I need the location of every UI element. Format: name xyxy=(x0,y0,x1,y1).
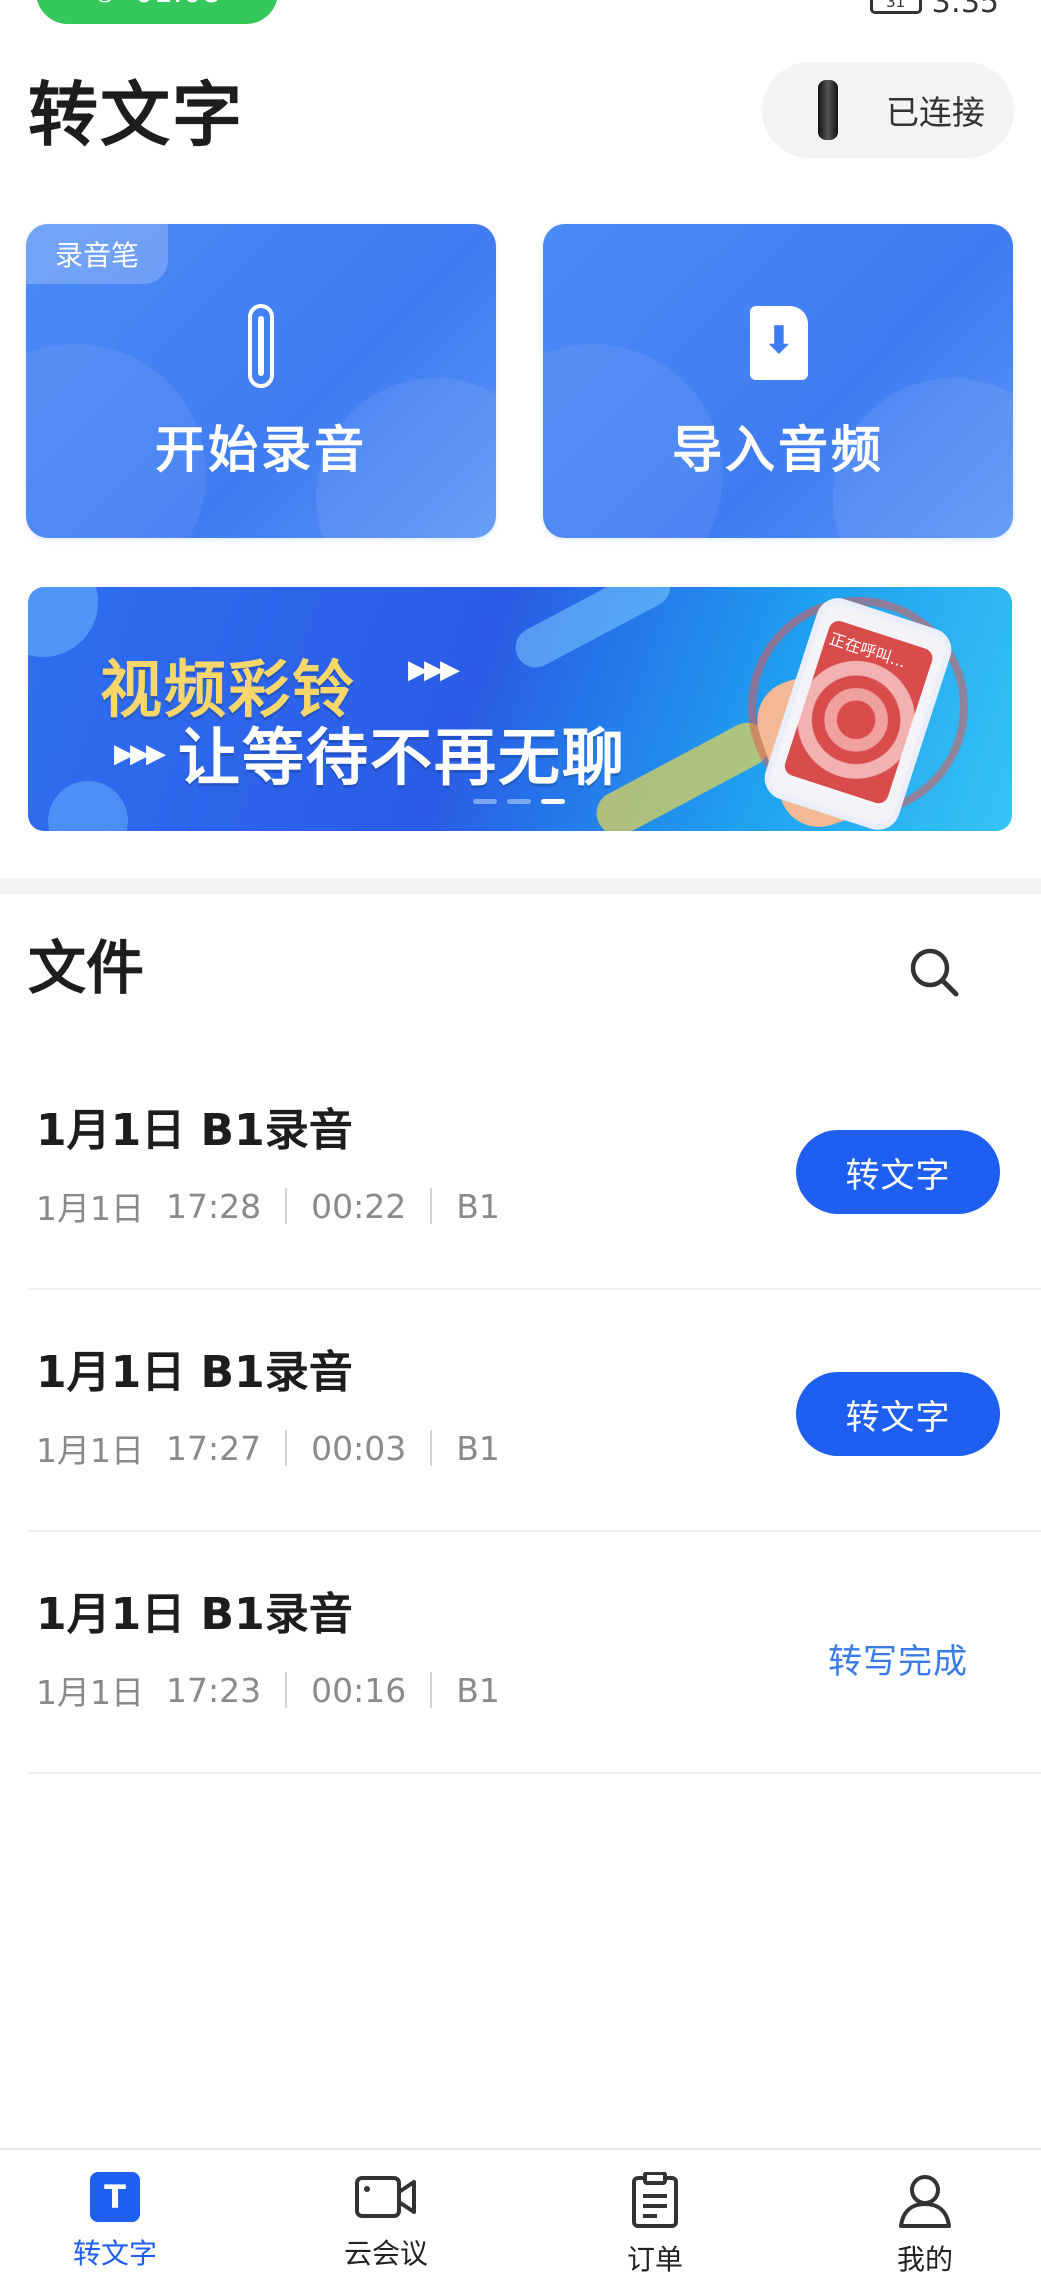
transcribe-button[interactable]: 转文字 xyxy=(796,1372,1000,1456)
file-meta: 1月1日 17:28 00:22 B1 xyxy=(36,1182,500,1230)
file-time: 17:27 xyxy=(166,1428,262,1468)
search-icon[interactable] xyxy=(906,944,962,1000)
file-duration: 00:16 xyxy=(311,1670,407,1710)
import-audio-label: 导入音频 xyxy=(672,421,884,479)
file-device: B1 xyxy=(456,1428,500,1468)
call-timer: 01:08 xyxy=(135,0,221,10)
fast-forward-icon: ▶▶▶ xyxy=(408,655,460,685)
banner-subline: 让等待不再无聊 xyxy=(178,721,627,794)
connection-status: 已连接 xyxy=(886,93,985,132)
file-device: B1 xyxy=(456,1186,500,1226)
file-import-icon: ⬇ xyxy=(750,306,808,380)
tab-profile[interactable]: 我的 xyxy=(855,2172,995,2282)
tab-label: 我的 xyxy=(896,2243,953,2276)
file-meta: 1月1日 17:23 00:16 B1 xyxy=(36,1666,500,1714)
start-recording-label: 开始录音 xyxy=(155,421,367,479)
device-connection-button[interactable]: 已连接 xyxy=(762,62,1014,158)
recorder-pen-icon xyxy=(818,80,838,140)
file-meta: 1月1日 17:27 00:03 B1 xyxy=(36,1424,500,1472)
file-date: 1月1日 xyxy=(36,1431,144,1470)
section-divider xyxy=(0,878,1041,894)
phone-icon: ✆ xyxy=(93,0,116,9)
bottom-tab-bar: T 转文字 云会议 订单 我的 xyxy=(0,2148,1041,2276)
clock: 3:35 xyxy=(931,0,999,20)
battery-icon: 31 xyxy=(869,0,922,14)
carousel-dot xyxy=(507,799,531,804)
carousel-dot xyxy=(473,799,497,804)
carousel-indicator xyxy=(473,799,565,804)
carousel-dot-active xyxy=(541,799,565,804)
file-date: 1月1日 xyxy=(36,1189,144,1228)
file-time: 17:28 xyxy=(166,1186,262,1226)
call-indicator[interactable]: ✆ 01:08 xyxy=(36,0,278,24)
file-time: 17:23 xyxy=(166,1670,262,1710)
transcribe-button[interactable]: 转文字 xyxy=(796,1130,1000,1214)
tab-label: 订单 xyxy=(626,2243,683,2276)
page-title: 转文字 xyxy=(28,74,244,156)
file-row[interactable]: 1月1日 B1录音 1月1日 17:27 00:03 B1 转文字 xyxy=(28,1292,1041,1532)
recorder-pen-tag: 录音笔 xyxy=(26,224,168,284)
tab-transcribe[interactable]: T 转文字 xyxy=(45,2172,185,2282)
video-icon xyxy=(355,2176,416,2218)
recorder-icon xyxy=(248,304,274,388)
start-recording-card[interactable]: 录音笔 开始录音 xyxy=(26,224,496,538)
file-date: 1月1日 xyxy=(36,1673,144,1712)
file-title: 1月1日 B1录音 xyxy=(36,1105,353,1156)
tab-orders[interactable]: 订单 xyxy=(585,2172,725,2282)
tab-label: 转文字 xyxy=(72,2237,157,2270)
transcription-complete-status[interactable]: 转写完成 xyxy=(796,1634,1000,1683)
user-icon xyxy=(899,2175,951,2228)
transcribe-icon: T xyxy=(90,2172,140,2222)
promo-banner[interactable]: 视频彩铃 ▶▶▶ ▶▶▶ 让等待不再无聊 正在呼叫... xyxy=(28,587,1012,831)
file-duration: 00:03 xyxy=(311,1428,407,1468)
file-title: 1月1日 B1录音 xyxy=(36,1589,353,1640)
import-audio-card[interactable]: ⬇ 导入音频 xyxy=(543,224,1013,538)
file-row[interactable]: 1月1日 B1录音 1月1日 17:23 00:16 B1 转写完成 xyxy=(28,1534,1041,1774)
fast-forward-icon: ▶▶▶ xyxy=(114,739,166,769)
tab-label: 云会议 xyxy=(343,2237,428,2270)
status-bar-right: 31 3:35 xyxy=(869,0,999,20)
tab-cloud-meeting[interactable]: 云会议 xyxy=(316,2172,456,2282)
file-duration: 00:22 xyxy=(311,1186,407,1226)
file-device: B1 xyxy=(456,1670,500,1710)
clipboard-icon xyxy=(632,2172,678,2228)
file-title: 1月1日 B1录音 xyxy=(36,1347,353,1398)
files-section-title: 文件 xyxy=(28,934,145,1002)
file-row[interactable]: 1月1日 B1录音 1月1日 17:28 00:22 B1 转文字 xyxy=(28,1050,1041,1290)
